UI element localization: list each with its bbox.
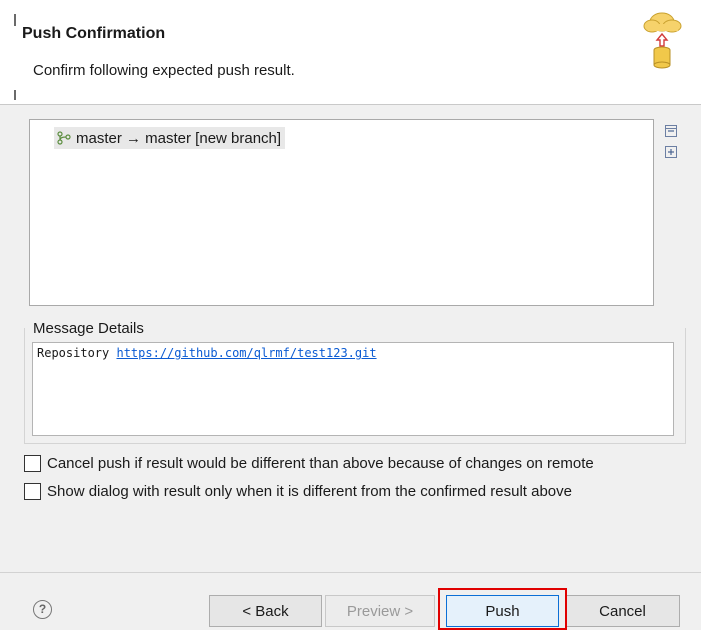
branch-icon (57, 131, 71, 145)
cancel-button[interactable]: Cancel (565, 595, 680, 627)
page-description: Confirm following expected push result. (33, 62, 295, 79)
message-details-text[interactable]: Repository https://github.com/qlrmf/test… (32, 342, 674, 436)
wizard-header: Push Confirmation Confirm following expe… (0, 0, 701, 105)
show-only-if-different-option[interactable]: Show dialog with result only when it is … (24, 483, 572, 500)
back-button[interactable]: < Back (209, 595, 322, 627)
tree-item-label: master → master [new branch] (76, 129, 282, 147)
message-details-label: Message Details (33, 320, 148, 337)
preview-button[interactable]: Preview > (325, 595, 435, 627)
push-to-cloud-icon (643, 12, 682, 69)
edge-marker (14, 14, 16, 26)
checkbox-label: Show dialog with result only when it is … (47, 483, 572, 500)
push-button[interactable]: Push (446, 595, 559, 627)
push-result-tree[interactable]: master → master [new branch] (29, 119, 654, 306)
page-title: Push Confirmation (22, 25, 166, 42)
tree-item-branch[interactable]: master → master [new branch] (54, 127, 286, 149)
checkbox[interactable] (24, 455, 41, 472)
message-details-group: Message Details Repository https://githu… (24, 320, 686, 444)
checkbox[interactable] (24, 483, 41, 500)
help-icon[interactable]: ? (33, 600, 52, 619)
edge-marker (14, 90, 16, 100)
repository-prefix: Repository (37, 346, 110, 360)
collapse-all-icon[interactable] (664, 124, 678, 138)
repository-link[interactable]: https://github.com/qlrmf/test123.git (116, 346, 376, 360)
footer-separator (0, 572, 701, 573)
checkbox-label: Cancel push if result would be different… (47, 455, 594, 472)
cancel-if-different-option[interactable]: Cancel push if result would be different… (24, 455, 594, 472)
expand-all-icon[interactable] (664, 145, 678, 159)
